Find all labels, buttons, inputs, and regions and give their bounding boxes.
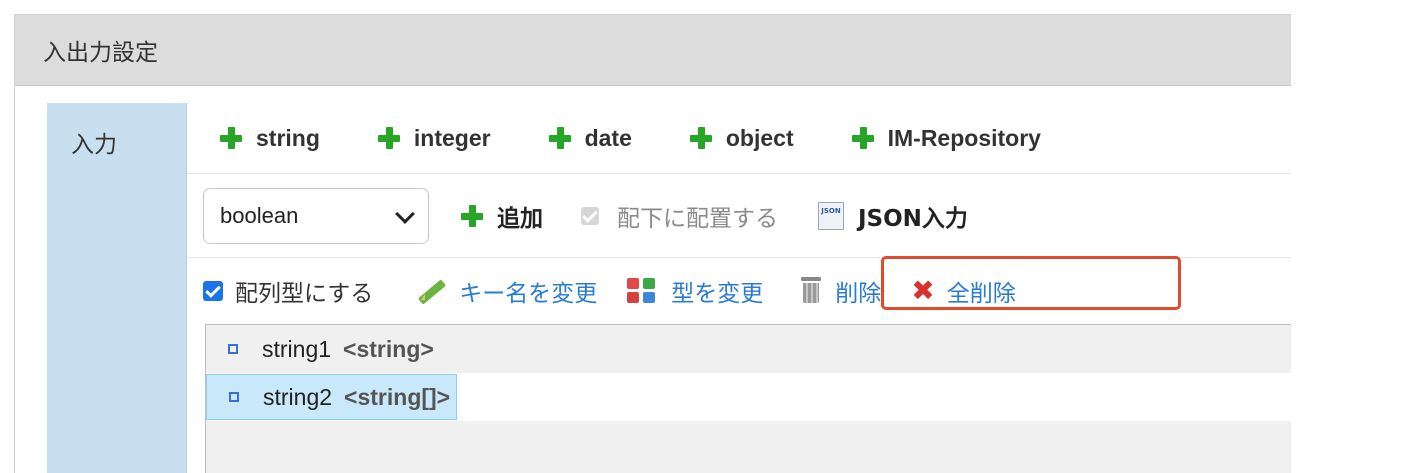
- array-checkbox[interactable]: [203, 281, 223, 301]
- type-select-value: boolean: [220, 202, 299, 228]
- change-type-label: 型を変更: [671, 281, 764, 307]
- add-date-button[interactable]: date: [548, 124, 632, 152]
- rename-key-label: キー名を変更: [459, 281, 598, 307]
- tree-empty-area: [206, 421, 1291, 473]
- key-tree: string1 <string> string2 <string[]>: [205, 324, 1291, 473]
- tree-node-type: <string>: [343, 335, 434, 362]
- selected-node-highlight: string2 <string[]>: [206, 374, 458, 420]
- add-integer-button[interactable]: integer: [377, 124, 491, 152]
- input-label-column: 入力: [47, 103, 187, 473]
- input-content: string integer date object IM-Repository…: [187, 103, 1291, 473]
- place-under-label: 配下に配置する: [617, 205, 778, 232]
- tree-node[interactable]: string1 <string>: [206, 325, 1291, 373]
- rename-key-button[interactable]: キー名を変更: [413, 274, 597, 308]
- tree-node-selected[interactable]: string2 <string[]>: [206, 373, 1291, 421]
- add-button-label: 追加: [497, 205, 543, 232]
- node-square-icon: [229, 392, 239, 402]
- chevron-down-icon: [395, 203, 415, 224]
- panel-title: 入出力設定: [15, 15, 1291, 86]
- add-button[interactable]: 追加: [461, 199, 543, 233]
- node-square-icon: [228, 344, 238, 354]
- input-label: 入力: [71, 132, 117, 158]
- plus-icon: [377, 127, 400, 149]
- add-integer-label: integer: [413, 124, 491, 151]
- add-object-button[interactable]: object: [689, 124, 794, 152]
- tree-node-name: string2: [263, 383, 333, 410]
- plus-icon: [461, 204, 483, 227]
- add-im-repository-button[interactable]: IM-Repository: [851, 124, 1041, 152]
- json-file-icon: JSON: [818, 201, 844, 230]
- tree-node-type: <string[]>: [344, 383, 451, 410]
- add-date-label: date: [584, 124, 632, 151]
- add-object-label: object: [725, 124, 794, 151]
- close-icon: ✖: [911, 274, 935, 307]
- json-input-label: JSON入力: [858, 205, 968, 232]
- plus-icon: [851, 127, 874, 149]
- action-row: 配列型にする キー名を変更 型を変更 削除 ✖ 全削除: [187, 258, 1291, 324]
- swap-icon: [627, 278, 659, 304]
- place-under-checkbox[interactable]: 配下に配置する: [581, 199, 778, 233]
- change-type-button[interactable]: 型を変更: [627, 274, 763, 308]
- delete-label: 削除: [835, 281, 882, 307]
- io-settings-panel: 入出力設定 入力 string integer date object IM-R…: [14, 14, 1291, 473]
- trash-icon: [799, 277, 823, 305]
- checkbox-disabled-icon: [581, 206, 599, 225]
- json-input-button[interactable]: JSON JSON入力: [818, 199, 968, 233]
- type-select[interactable]: boolean: [203, 187, 429, 244]
- type-button-row: string integer date object IM-Repository: [187, 103, 1291, 174]
- plus-icon: [220, 127, 242, 149]
- array-checkbox-label: 配列型にする: [235, 281, 374, 307]
- pencil-icon: [413, 281, 449, 301]
- tree-node-name: string1: [262, 335, 332, 362]
- delete-all-label: 全削除: [946, 281, 1016, 307]
- delete-all-button[interactable]: ✖ 全削除: [911, 274, 1015, 308]
- add-im-repository-label: IM-Repository: [887, 124, 1041, 151]
- add-string-label: string: [256, 124, 320, 151]
- add-string-button[interactable]: string: [220, 125, 320, 152]
- add-controls-row: boolean 追加 配下に配置する JSON JSON入力: [187, 174, 1291, 258]
- delete-button[interactable]: 削除: [799, 274, 881, 308]
- plus-icon: [548, 127, 571, 149]
- plus-icon: [689, 127, 712, 149]
